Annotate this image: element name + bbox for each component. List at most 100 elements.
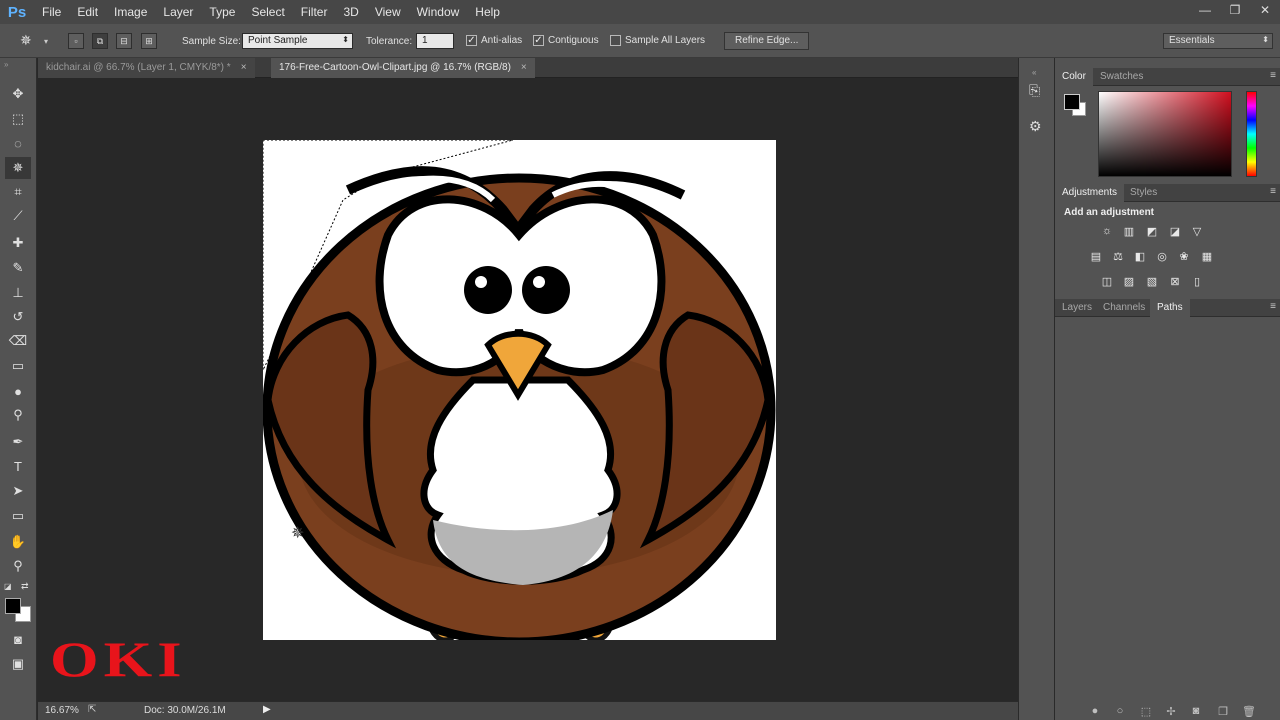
color-balance-icon[interactable]: ⚖ — [1110, 249, 1126, 263]
exposure-icon[interactable]: ◪ — [1167, 224, 1183, 238]
restore-button[interactable]: ❐ — [1220, 0, 1250, 20]
close-window-button[interactable]: ✕ — [1250, 0, 1280, 20]
type-tool-icon[interactable]: T — [5, 455, 31, 477]
selective-color-icon[interactable]: ⊠ — [1167, 274, 1183, 288]
gradient-map-icon[interactable]: ▯ — [1189, 274, 1205, 288]
sample-all-layers-checkbox[interactable]: Sample All Layers — [610, 35, 705, 46]
magic-wand-preset-icon[interactable]: ✵ — [20, 32, 32, 49]
menu-image[interactable]: Image — [106, 0, 155, 24]
eraser-tool-icon[interactable]: ⌫ — [5, 330, 31, 352]
paths-list[interactable] — [1055, 318, 1280, 700]
brightness-contrast-icon[interactable]: ☼ — [1099, 224, 1115, 238]
levels-icon[interactable]: ▥ — [1121, 224, 1137, 238]
default-colors-icon[interactable]: ◪ — [4, 582, 12, 591]
panel-menu-icon[interactable]: ≡ — [1270, 70, 1276, 81]
workspace-dropdown[interactable]: Essentials ⬍ — [1163, 33, 1273, 49]
channel-mixer-icon[interactable]: ❀ — [1176, 249, 1192, 263]
menu-filter[interactable]: Filter — [293, 0, 336, 24]
stroke-path-icon[interactable]: ○ — [1113, 704, 1127, 718]
menu-type[interactable]: Type — [201, 0, 243, 24]
color-spectrum-picker[interactable] — [1098, 91, 1232, 177]
clone-stamp-tool-icon[interactable]: ⊥ — [5, 282, 31, 304]
intersect-selection-icon[interactable]: ⊞ — [141, 33, 157, 49]
menu-view[interactable]: View — [367, 0, 409, 24]
properties-panel-icon[interactable]: ⚙ — [1029, 118, 1042, 135]
tab-layers[interactable]: Layers — [1055, 299, 1099, 317]
status-menu-arrow-icon[interactable]: ▶ — [263, 704, 271, 715]
menu-3d[interactable]: 3D — [335, 0, 366, 24]
pen-tool-icon[interactable]: ✒ — [5, 431, 31, 453]
new-selection-icon[interactable]: ▫ — [68, 33, 84, 49]
trash-icon[interactable]: 🗑 — [1242, 704, 1256, 718]
marquee-tool-icon[interactable]: ⬚ — [5, 108, 31, 130]
crop-tool-icon[interactable]: ⌗ — [5, 181, 31, 203]
healing-brush-tool-icon[interactable]: ✚ — [5, 232, 31, 254]
zoom-level[interactable]: 16.67% — [45, 705, 79, 716]
path-selection-tool-icon[interactable]: ➤ — [5, 480, 31, 502]
dodge-tool-icon[interactable]: ⚲ — [5, 404, 31, 426]
tab-color[interactable]: Color — [1055, 68, 1093, 86]
load-selection-icon[interactable]: ⬚ — [1139, 704, 1153, 718]
export-icon[interactable]: ⇱ — [88, 704, 96, 715]
hue-saturation-icon[interactable]: ▤ — [1088, 249, 1104, 263]
foreground-color-swatch[interactable] — [5, 598, 21, 614]
rectangle-tool-icon[interactable]: ▭ — [5, 505, 31, 527]
tab-channels[interactable]: Channels — [1096, 299, 1152, 317]
menu-window[interactable]: Window — [409, 0, 468, 24]
close-icon[interactable]: × — [521, 62, 527, 73]
minimize-button[interactable]: — — [1190, 0, 1220, 20]
foreground-color-swatch[interactable] — [1064, 94, 1080, 110]
chevron-down-icon[interactable]: ▾ — [44, 37, 48, 46]
make-work-path-icon[interactable]: ✢ — [1164, 704, 1178, 718]
hue-slider[interactable] — [1246, 91, 1257, 177]
black-white-icon[interactable]: ◧ — [1132, 249, 1148, 263]
tab-paths[interactable]: Paths — [1150, 299, 1190, 317]
menu-file[interactable]: File — [34, 0, 69, 24]
add-to-selection-icon[interactable]: ⧉ — [92, 33, 108, 49]
screen-mode-icon[interactable]: ▣ — [5, 653, 31, 675]
tab-adjustments[interactable]: Adjustments — [1055, 184, 1125, 202]
panel-menu-icon[interactable]: ≡ — [1270, 186, 1276, 197]
threshold-icon[interactable]: ▧ — [1144, 274, 1160, 288]
history-brush-tool-icon[interactable]: ↺ — [5, 306, 31, 328]
eyedropper-tool-icon[interactable]: ⟋ — [5, 205, 31, 227]
add-mask-icon[interactable]: ◙ — [1189, 704, 1203, 718]
magic-wand-tool-icon[interactable]: ✵ — [5, 157, 31, 179]
menu-select[interactable]: Select — [243, 0, 292, 24]
posterize-icon[interactable]: ▨ — [1121, 274, 1137, 288]
zoom-tool-icon[interactable]: ⚲ — [5, 555, 31, 577]
image-canvas[interactable]: ✵ — [263, 140, 776, 640]
swap-colors-icon[interactable]: ⇄ — [21, 581, 29, 592]
sample-size-dropdown[interactable]: Point Sample ⬍ — [242, 33, 353, 49]
close-icon[interactable]: × — [241, 62, 247, 73]
menu-layer[interactable]: Layer — [155, 0, 201, 24]
curves-icon[interactable]: ◩ — [1144, 224, 1160, 238]
fill-path-icon[interactable]: ● — [1088, 704, 1102, 718]
brush-tool-icon[interactable]: ✎ — [5, 257, 31, 279]
anti-alias-checkbox[interactable]: ✓ Anti-alias — [466, 35, 522, 46]
history-panel-icon[interactable]: ⎘ — [1029, 82, 1040, 99]
refine-edge-button[interactable]: Refine Edge... — [724, 32, 810, 50]
lasso-tool-icon[interactable]: ◌ — [5, 132, 31, 154]
move-tool-icon[interactable]: ✥ — [5, 83, 31, 105]
collapse-icon[interactable]: « — [1032, 68, 1036, 77]
tab-kidchair[interactable]: kidchair.ai @ 66.7% (Layer 1, CMYK/8*) *… — [38, 58, 255, 78]
contiguous-checkbox[interactable]: ✓ Contiguous — [533, 35, 599, 46]
subtract-from-selection-icon[interactable]: ⊟ — [116, 33, 132, 49]
vibrance-icon[interactable]: ▽ — [1189, 224, 1205, 238]
tab-swatches[interactable]: Swatches — [1093, 68, 1150, 86]
color-lookup-icon[interactable]: ▦ — [1199, 249, 1215, 263]
tab-styles[interactable]: Styles — [1123, 184, 1164, 202]
photo-filter-icon[interactable]: ◎ — [1154, 249, 1170, 263]
new-path-icon[interactable]: ❐ — [1216, 704, 1230, 718]
invert-icon[interactable]: ◫ — [1099, 274, 1115, 288]
blur-tool-icon[interactable]: ● — [5, 380, 31, 402]
panel-menu-icon[interactable]: ≡ — [1270, 301, 1276, 312]
tolerance-input[interactable]: 1 — [416, 33, 454, 49]
hand-tool-icon[interactable]: ✋ — [5, 531, 31, 553]
collapse-icon[interactable]: » — [4, 60, 8, 69]
quick-mask-icon[interactable]: ◙ — [5, 628, 31, 650]
tab-owl-clipart[interactable]: 176-Free-Cartoon-Owl-Clipart.jpg @ 16.7%… — [271, 58, 535, 78]
menu-help[interactable]: Help — [467, 0, 508, 24]
menu-edit[interactable]: Edit — [69, 0, 106, 24]
